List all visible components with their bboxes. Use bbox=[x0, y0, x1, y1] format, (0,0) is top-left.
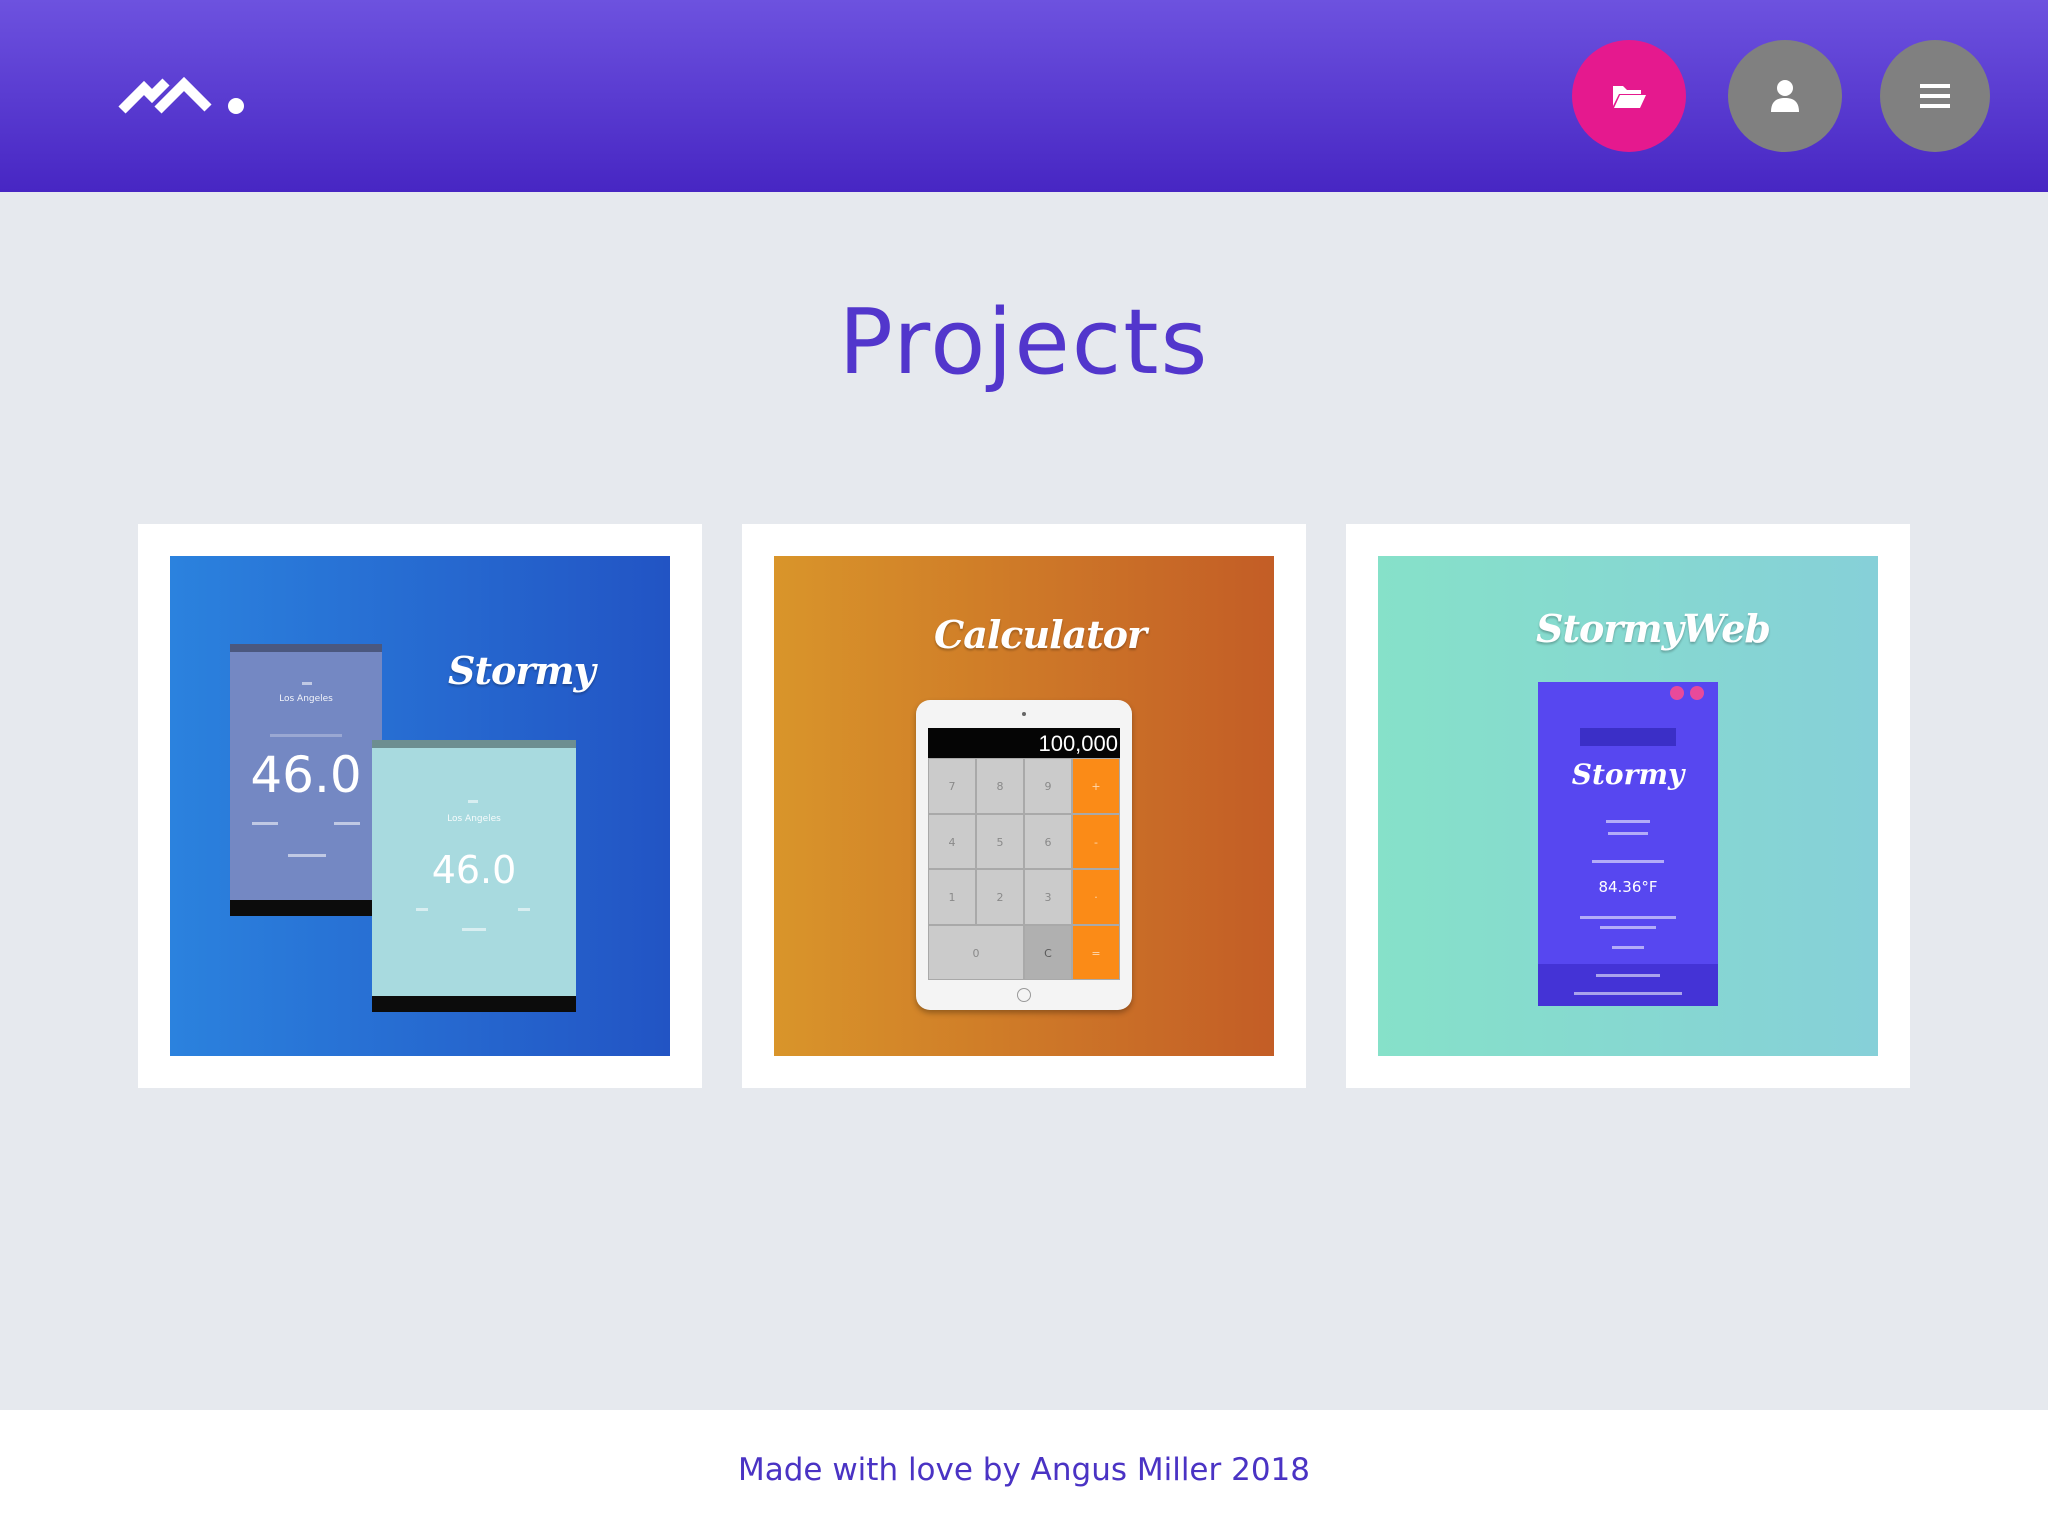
calculator-key: = bbox=[1072, 924, 1120, 980]
site-footer: Made with love by Angus Miller 2018 bbox=[0, 1410, 2048, 1536]
temperature-value: 84.36°F bbox=[1598, 878, 1658, 896]
calculator-key: 9 bbox=[1024, 758, 1072, 814]
footer-credit: Made with love by Angus Miller 2018 bbox=[737, 1452, 1311, 1488]
user-icon bbox=[1771, 80, 1799, 112]
calculator-key: - bbox=[1072, 813, 1120, 869]
calculator-key: 7 bbox=[928, 758, 976, 814]
folder-open-icon bbox=[1613, 86, 1646, 108]
calculator-key: 1 bbox=[928, 869, 976, 925]
project-thumbnail-stormy[interactable]: Stormy Los Angeles 46.0 Los Angeles 46.0 bbox=[170, 556, 670, 1056]
calculator-key: 8 bbox=[976, 758, 1024, 814]
tablet-mockup: Los Angeles 46.0 bbox=[372, 740, 576, 1012]
about-nav-button[interactable] bbox=[1728, 40, 1842, 152]
menu-nav-button[interactable] bbox=[1880, 40, 1990, 152]
city-label: Los Angeles bbox=[447, 814, 501, 824]
calculator-keypad: 7 8 9 +4 5 6- 1 2 3 · 0 C = bbox=[928, 758, 1120, 980]
project-card-calculator[interactable]: Calculator 100,000 7 8 9 +4 5 6- 1 2 3 · 0 C = bbox=[742, 524, 1306, 1088]
site-header bbox=[0, 0, 2048, 192]
calculator-key: · bbox=[1072, 869, 1120, 925]
project-title: Calculator bbox=[934, 612, 1147, 657]
app-title: Stormy bbox=[1571, 758, 1685, 791]
site-logo[interactable] bbox=[118, 70, 248, 118]
calculator-key: 5 bbox=[976, 813, 1024, 869]
temperature-value: 46.0 bbox=[250, 746, 362, 804]
project-thumbnail-calculator[interactable]: Calculator 100,000 7 8 9 +4 5 6- 1 2 3 · 0 C = bbox=[774, 556, 1274, 1056]
home-button-icon bbox=[1017, 988, 1031, 1002]
project-card-stormy[interactable]: Stormy Los Angeles 46.0 Los Angeles 46.0 bbox=[138, 524, 702, 1088]
web-app-mockup: Stormy 84.36°F bbox=[1538, 682, 1718, 1006]
city-label: Los Angeles bbox=[279, 694, 333, 704]
calculator-key: 3 bbox=[1024, 869, 1072, 925]
refresh-icon bbox=[1580, 728, 1676, 746]
calculator-key: C bbox=[1024, 924, 1072, 980]
tablet-mockup: 100,000 7 8 9 +4 5 6- 1 2 3 · 0 C = bbox=[916, 700, 1132, 1010]
calculator-key: 4 bbox=[928, 813, 976, 869]
hamburger-menu-icon bbox=[1920, 84, 1950, 108]
calculator-key: 0 bbox=[928, 924, 1024, 980]
temperature-value: 46.0 bbox=[431, 848, 517, 892]
calculator-key: 6 bbox=[1024, 813, 1072, 869]
project-card-stormyweb[interactable]: StormyWeb Stormy 84.36°F bbox=[1346, 524, 1910, 1088]
calculator-key: 2 bbox=[976, 869, 1024, 925]
project-title: StormyWeb bbox=[1536, 606, 1771, 651]
calculator-key: + bbox=[1072, 758, 1120, 814]
projects-nav-button[interactable] bbox=[1572, 40, 1686, 152]
calculator-display: 100,000 bbox=[928, 728, 1120, 758]
phone-mockup: Los Angeles 46.0 bbox=[230, 644, 382, 916]
page-title: Projects bbox=[838, 290, 1210, 395]
project-thumbnail-stormyweb[interactable]: StormyWeb Stormy 84.36°F bbox=[1378, 556, 1878, 1056]
project-title: Stormy bbox=[448, 648, 596, 693]
